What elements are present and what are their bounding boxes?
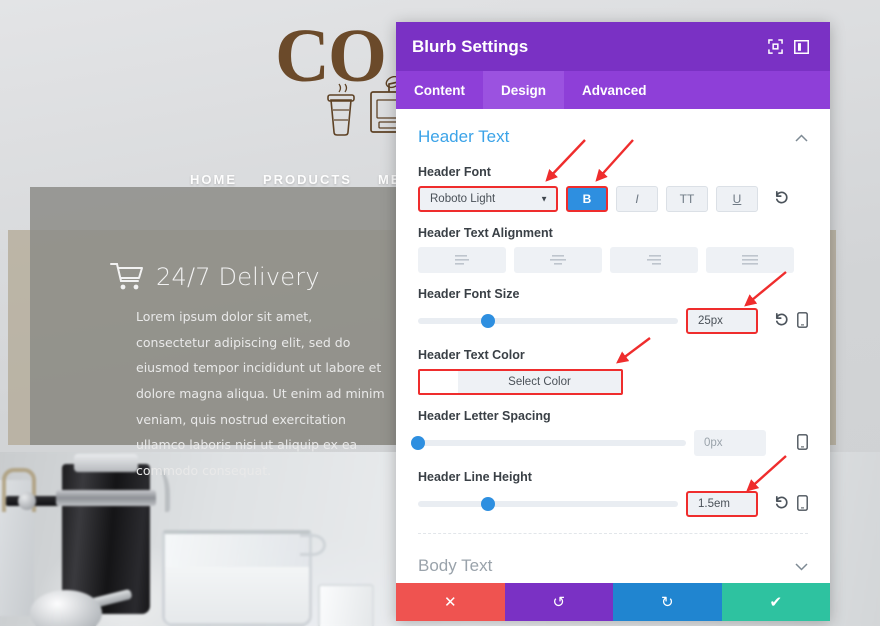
header-text-color-button[interactable]: Select Color bbox=[418, 369, 623, 395]
label-header-letter-spacing: Header Letter Spacing bbox=[418, 409, 551, 423]
section-divider bbox=[418, 533, 808, 534]
label-header-alignment: Header Text Alignment bbox=[418, 226, 553, 240]
bold-button[interactable]: B bbox=[566, 186, 608, 212]
redo-button[interactable]: ↻ bbox=[613, 583, 722, 621]
mobile-icon[interactable] bbox=[797, 494, 808, 514]
undo-button[interactable]: ↺ bbox=[504, 583, 613, 621]
blurb-body-text: Lorem ipsum dolor sit amet, consectetur … bbox=[136, 309, 385, 478]
modal-titlebar: Blurb Settings bbox=[396, 22, 830, 71]
tab-advanced[interactable]: Advanced bbox=[564, 71, 665, 109]
color-swatch[interactable] bbox=[420, 371, 458, 393]
reset-icon[interactable] bbox=[774, 190, 789, 209]
save-button[interactable]: ✔ bbox=[721, 583, 830, 621]
layout-panel-icon[interactable] bbox=[788, 39, 814, 54]
italic-button[interactable]: I bbox=[616, 186, 658, 212]
field-header-line-height: Header Line Height 1.5em bbox=[418, 470, 808, 517]
blurb-module[interactable]: 24/7 Delivery Lorem ipsum dolor sit amet… bbox=[110, 262, 410, 483]
coffee-cup-illustration bbox=[327, 83, 355, 136]
cancel-button[interactable]: ✕ bbox=[396, 583, 505, 621]
header-line-height-input[interactable]: 1.5em bbox=[686, 491, 758, 517]
header-font-select[interactable]: Roboto Light ▼ bbox=[418, 186, 558, 212]
header-font-size-slider[interactable] bbox=[418, 314, 678, 328]
modal-footer[interactable]: ✕ ↺ ↻ ✔ bbox=[396, 583, 830, 621]
uppercase-button[interactable]: TT bbox=[666, 186, 708, 212]
modal-body: Header Text Header Font Roboto Light ▼ B… bbox=[396, 109, 830, 583]
reset-icon[interactable] bbox=[774, 312, 789, 331]
align-right-button[interactable] bbox=[610, 247, 698, 273]
align-center-button[interactable] bbox=[514, 247, 602, 273]
italic-glyph: I bbox=[635, 192, 639, 206]
blurb-settings-modal: Blurb Settings Content Design Advanced H… bbox=[396, 22, 830, 621]
blurb-heading: 24/7 Delivery bbox=[156, 263, 320, 291]
mobile-icon[interactable] bbox=[797, 311, 808, 331]
label-header-line-height: Header Line Height bbox=[418, 470, 532, 484]
section-title-body-text: Body Text bbox=[418, 556, 493, 575]
label-header-font-size: Header Font Size bbox=[418, 287, 520, 301]
field-header-letter-spacing: Header Letter Spacing 0px bbox=[411, 409, 808, 456]
header-letter-spacing-input[interactable]: 0px bbox=[694, 430, 766, 456]
label-header-font: Header Font bbox=[418, 165, 491, 179]
field-header-font-size: Header Font Size 25px bbox=[418, 287, 808, 334]
reset-icon[interactable] bbox=[774, 495, 789, 514]
chevron-down-icon[interactable] bbox=[795, 559, 808, 574]
tab-design[interactable]: Design bbox=[483, 71, 565, 109]
section-header-text[interactable]: Header Text bbox=[418, 127, 808, 147]
header-letter-spacing-slider[interactable] bbox=[411, 436, 686, 450]
underline-button[interactable]: U bbox=[716, 186, 758, 212]
modal-title: Blurb Settings bbox=[412, 36, 529, 56]
section-title-header-text: Header Text bbox=[418, 127, 510, 146]
field-header-text-color: Header Text Color Select Color bbox=[418, 348, 808, 395]
mobile-icon[interactable] bbox=[797, 433, 808, 453]
slider-knob[interactable] bbox=[481, 314, 496, 328]
expand-icon[interactable] bbox=[762, 39, 788, 54]
field-header-alignment: Header Text Alignment bbox=[418, 226, 808, 273]
site-nav[interactable]: HOME PRODUCTS MENU bbox=[190, 172, 424, 187]
shopping-cart-icon bbox=[110, 263, 143, 290]
header-font-value: Roboto Light bbox=[430, 193, 496, 205]
select-color-label: Select Color bbox=[458, 371, 621, 393]
field-header-font: Header Font Roboto Light ▼ B I TT U bbox=[418, 165, 808, 212]
section-body-text[interactable]: Body Text bbox=[418, 556, 808, 576]
nav-item-home[interactable]: HOME bbox=[190, 172, 237, 187]
align-left-button[interactable] bbox=[418, 247, 506, 273]
modal-tabs[interactable]: Content Design Advanced bbox=[396, 71, 830, 109]
tab-content[interactable]: Content bbox=[396, 71, 483, 109]
label-header-text-color: Header Text Color bbox=[418, 348, 525, 362]
slider-knob[interactable] bbox=[411, 436, 425, 450]
underline-glyph: U bbox=[732, 192, 742, 206]
chevron-up-icon[interactable] bbox=[795, 130, 808, 145]
nav-item-products[interactable]: PRODUCTS bbox=[263, 172, 352, 187]
align-justify-button[interactable] bbox=[706, 247, 794, 273]
slider-knob[interactable] bbox=[481, 497, 496, 511]
header-line-height-slider[interactable] bbox=[418, 497, 678, 511]
header-font-size-input[interactable]: 25px bbox=[686, 308, 758, 334]
chevron-down-icon: ▼ bbox=[540, 194, 548, 204]
